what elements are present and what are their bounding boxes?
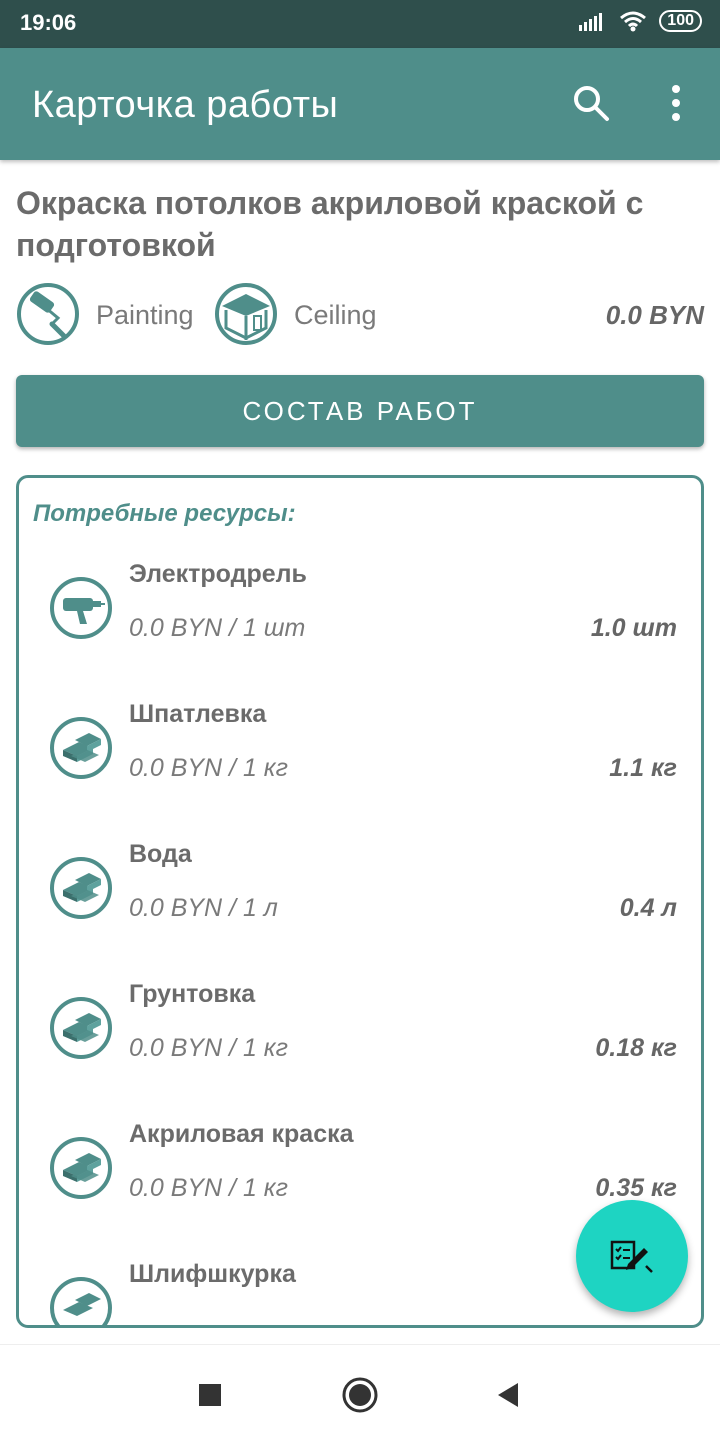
status-time: 19:06: [20, 10, 77, 35]
signal-icon: [579, 13, 603, 31]
resource-name: Электродрель: [129, 560, 307, 588]
resource-quantity: 1.1 кг: [609, 754, 677, 782]
resource-unit-price: 0.0 BYN / 1 кг: [129, 1174, 288, 1202]
back-icon: [498, 1383, 518, 1407]
material-bricks-icon: [50, 1137, 112, 1199]
system-nav-bar: [0, 1344, 720, 1440]
resource-name: Грунтовка: [129, 980, 256, 1008]
drill-icon: [50, 577, 112, 639]
resource-item[interactable]: Грунтовка 0.0 BYN / 1 кг 0.18 кг: [19, 980, 701, 1136]
resource-unit-price: 0.0 BYN / 1 шт: [129, 614, 306, 642]
paint-roller-icon: [17, 283, 79, 345]
search-button[interactable]: [566, 78, 616, 128]
more-vert-icon: [672, 85, 680, 121]
resource-quantity: 0.18 кг: [595, 1034, 677, 1062]
resource-quantity: 1.0 шт: [590, 614, 677, 642]
recent-apps-icon: [199, 1384, 221, 1406]
resource-unit-price: 0.0 BYN / 1 л: [129, 894, 278, 922]
work-price: 0.0 BYN: [605, 300, 704, 330]
work-tags: Painting Ceiling 0.0 BYN: [16, 282, 706, 350]
search-icon: [574, 86, 609, 121]
tag-label-ceiling: Ceiling: [294, 300, 377, 330]
resource-name: Вода: [129, 840, 192, 868]
app-bar: Карточка работы: [0, 48, 720, 160]
work-composition-button[interactable]: СОСТАВ РАБОТ: [16, 375, 704, 447]
resource-unit-price: 0.0 BYN / 1 кг: [129, 754, 288, 782]
resource-quantity: 0.4 л: [619, 894, 677, 922]
resources-heading: Потребные ресурсы:: [33, 500, 296, 527]
material-bricks-icon: [50, 857, 112, 919]
ceiling-room-icon: [215, 283, 277, 345]
resource-name: Шлифшкурка: [129, 1260, 296, 1288]
home-icon: [342, 1377, 378, 1413]
overflow-menu-button[interactable]: [651, 78, 701, 128]
recent-apps-button[interactable]: [188, 1373, 232, 1417]
resource-item[interactable]: Вода 0.0 BYN / 1 л 0.4 л: [19, 840, 701, 996]
material-bricks-icon: [50, 997, 112, 1059]
work-title: Окраска потолков акриловой краской с под…: [16, 185, 644, 263]
battery-indicator: 100: [659, 10, 702, 32]
status-icons: 100: [579, 10, 702, 32]
wifi-icon: [620, 11, 647, 32]
resource-name: Шпатлевка: [129, 700, 267, 728]
back-button[interactable]: [486, 1373, 530, 1417]
resource-quantity: 0.35 кг: [595, 1174, 677, 1202]
page-title: Карточка работы: [32, 84, 339, 126]
material-bricks-icon: [50, 717, 112, 779]
resources-card: Потребные ресурсы: Электродрель 0.0 BYN …: [16, 475, 704, 1328]
resource-item[interactable]: Шпатлевка 0.0 BYN / 1 кг 1.1 кг: [19, 700, 701, 856]
resource-unit-price: 0.0 BYN / 1 кг: [129, 1034, 288, 1062]
home-button[interactable]: [338, 1373, 382, 1417]
status-bar: 19:06 100: [0, 0, 720, 48]
resource-name: Акриловая краска: [129, 1120, 354, 1148]
edit-fab-button[interactable]: [576, 1200, 688, 1312]
material-bricks-icon: [50, 1277, 112, 1325]
resource-item[interactable]: Электродрель 0.0 BYN / 1 шт 1.0 шт: [19, 560, 701, 716]
edit-checklist-icon: [610, 1240, 653, 1273]
tag-label-painting: Painting: [96, 300, 194, 330]
